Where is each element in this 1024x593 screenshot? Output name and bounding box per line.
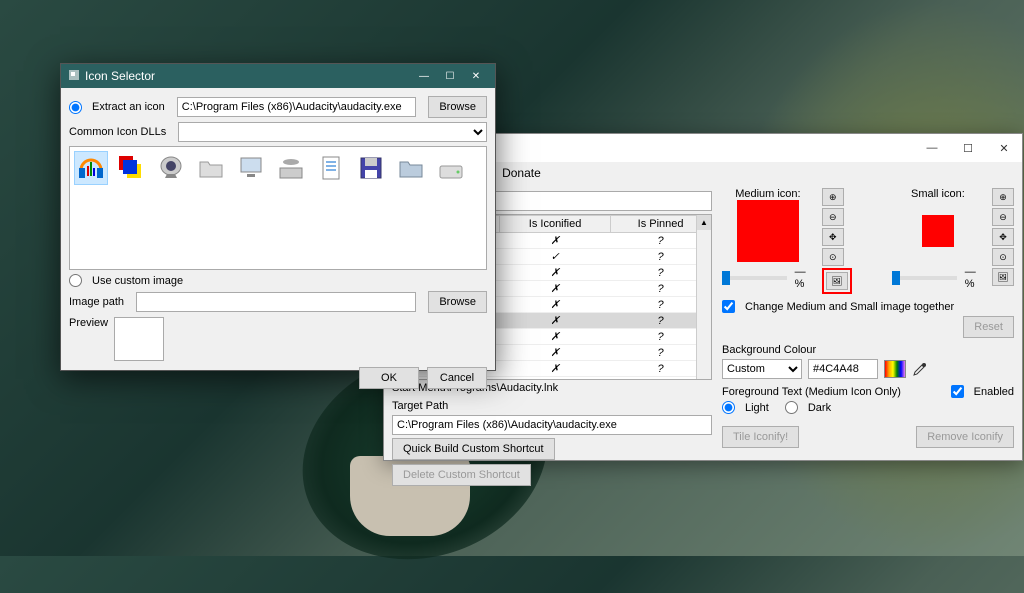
remove-iconify-button[interactable]: Remove Iconify (916, 426, 1014, 448)
folder-icon[interactable] (194, 151, 228, 185)
enabled-checkbox[interactable] (951, 385, 964, 398)
medium-icon-label: Medium icon: (735, 188, 800, 200)
dialog-maximize-button[interactable]: ☐ (437, 67, 463, 85)
drive2-icon[interactable] (434, 151, 468, 185)
center-small-icon[interactable]: ⊙ (992, 248, 1014, 266)
medium-pct: —% (795, 266, 814, 290)
webcam-icon[interactable] (154, 151, 188, 185)
change-together-checkbox[interactable] (722, 300, 735, 313)
common-dlls-select[interactable] (178, 122, 487, 142)
zoom-in-icon[interactable]: ⊕ (822, 188, 844, 206)
dialog-close-button[interactable]: ✕ (463, 67, 489, 85)
ok-button[interactable]: OK (359, 367, 419, 389)
dark-label: Dark (808, 402, 831, 414)
minimize-button[interactable]: — (914, 134, 950, 162)
table-scrollbar[interactable]: ▲ (696, 215, 711, 379)
light-label: Light (745, 402, 769, 414)
dialog-titlebar[interactable]: Icon Selector — ☐ ✕ (61, 64, 495, 88)
extract-path-input[interactable] (177, 97, 417, 117)
floppy-icon[interactable] (354, 151, 388, 185)
bg-colour-label: Background Colour (722, 344, 1014, 356)
drive-icon[interactable] (274, 151, 308, 185)
pan-small-icon[interactable]: ✥ (992, 228, 1014, 246)
close-button[interactable]: ✕ (986, 134, 1022, 162)
medium-icon-preview (737, 200, 799, 262)
maximize-button[interactable]: ☐ (950, 134, 986, 162)
small-icon-preview (922, 215, 954, 247)
dialog-title: Icon Selector (85, 69, 155, 83)
bg-colour-select[interactable]: Custom (722, 359, 802, 379)
image-path-input[interactable] (136, 292, 416, 312)
dialog-icon (67, 68, 81, 85)
pan-icon[interactable]: ✥ (822, 228, 844, 246)
preview-label: Preview (69, 317, 108, 329)
extract-label: Extract an icon (92, 101, 165, 113)
custom-image-label: Use custom image (92, 275, 183, 287)
document-icon[interactable] (314, 151, 348, 185)
delete-custom-button[interactable]: Delete Custom Shortcut (392, 464, 531, 486)
target-path-label: Target Path (392, 400, 712, 412)
icon-grid[interactable] (69, 146, 487, 270)
small-pct: —% (965, 266, 984, 290)
extract-radio[interactable] (69, 101, 82, 114)
change-image-button[interactable]: 🖼 (826, 272, 848, 290)
folder2-icon[interactable] (394, 151, 428, 185)
dark-radio[interactable] (785, 401, 798, 414)
computer-icon[interactable] (234, 151, 268, 185)
center-icon[interactable]: ⊙ (822, 248, 844, 266)
change-together-label: Change Medium and Small image together (745, 301, 954, 313)
squares-icon[interactable] (114, 151, 148, 185)
browse-image-button[interactable]: Browse (428, 291, 487, 313)
cancel-button[interactable]: Cancel (427, 367, 487, 389)
menu-donate[interactable]: Donate (502, 166, 541, 180)
reset-button[interactable]: Reset (963, 316, 1014, 338)
fg-text-label: Foreground Text (Medium Icon Only) (722, 386, 901, 398)
zoom-out-small-icon[interactable]: ⊖ (992, 208, 1014, 226)
enabled-label: Enabled (974, 386, 1014, 398)
eyedropper-icon[interactable] (912, 361, 928, 377)
custom-image-radio[interactable] (69, 274, 82, 287)
headphones-icon[interactable] (74, 151, 108, 185)
zoom-out-icon[interactable]: ⊖ (822, 208, 844, 226)
light-radio[interactable] (722, 401, 735, 414)
quick-build-button[interactable]: Quick Build Custom Shortcut (392, 438, 555, 460)
medium-slider[interactable] (722, 276, 787, 280)
colour-swatch-icon[interactable] (884, 360, 906, 378)
small-icon-label: Small icon: (911, 188, 965, 200)
preview-box (114, 317, 164, 361)
small-slider[interactable] (892, 276, 957, 280)
bg-colour-hex[interactable] (808, 359, 878, 379)
browse-exe-button[interactable]: Browse (428, 96, 487, 118)
change-image-button-highlight: 🖼 (822, 268, 852, 294)
col-is-iconified[interactable]: Is Iconified (499, 216, 610, 233)
zoom-in-small-icon[interactable]: ⊕ (992, 188, 1014, 206)
target-path-input[interactable] (392, 415, 712, 435)
scroll-up-icon[interactable]: ▲ (697, 215, 711, 230)
image-path-label: Image path (69, 296, 124, 308)
change-small-image-button[interactable]: 🖼 (992, 268, 1014, 286)
icon-selector-dialog: Icon Selector — ☐ ✕ Extract an icon Brow… (60, 63, 496, 371)
common-dlls-label: Common Icon DLLs (69, 126, 166, 138)
dialog-minimize-button[interactable]: — (411, 67, 437, 85)
tile-iconify-button[interactable]: Tile Iconify! (722, 426, 799, 448)
